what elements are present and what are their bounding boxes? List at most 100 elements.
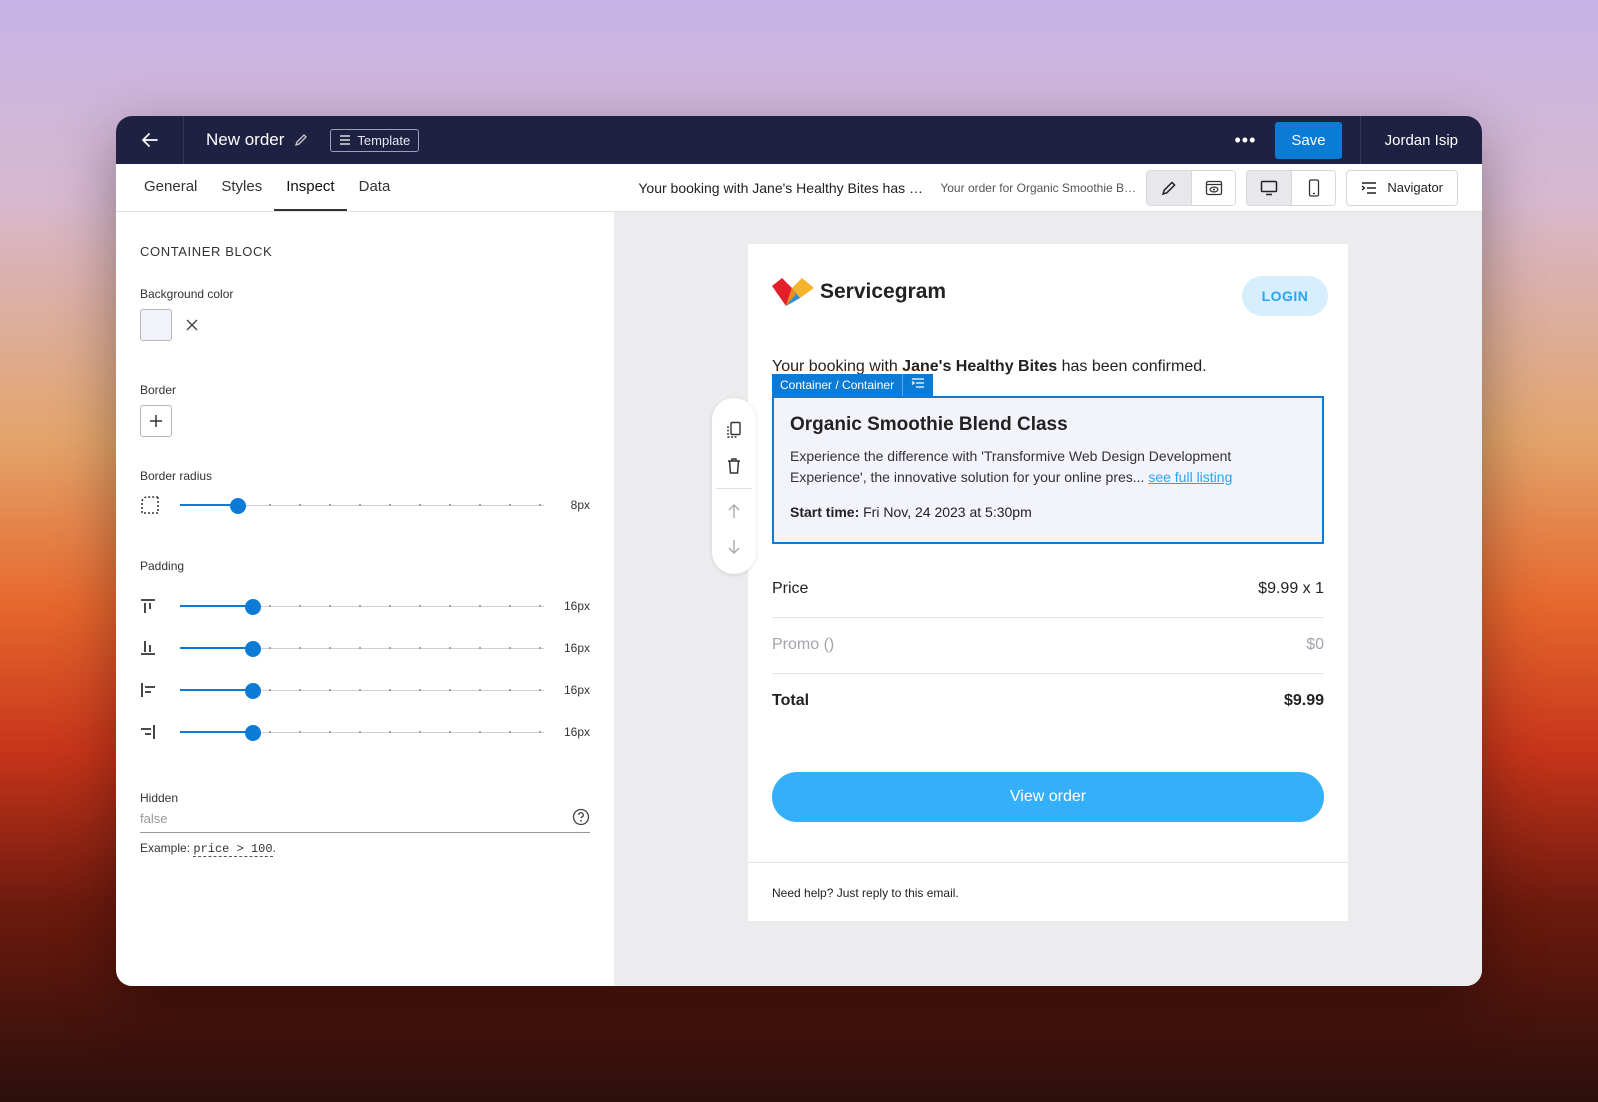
business-name: Jane's Healthy Bites: [902, 358, 1058, 375]
start-time-label: Start time:: [790, 504, 860, 520]
page-title-text: New order: [206, 130, 285, 149]
footer-divider: [748, 862, 1348, 863]
slider-thumb[interactable]: [244, 599, 261, 615]
total-row: Total $9.99: [772, 692, 1324, 710]
login-button[interactable]: LOGIN: [1242, 276, 1328, 316]
plus-icon: [150, 415, 162, 427]
container-block[interactable]: Organic Smoothie Blend Class Experience …: [772, 396, 1324, 544]
promo-row: Promo () $0: [772, 636, 1324, 654]
device-toggle: [1246, 169, 1337, 206]
hidden-example: Example: price > 100.: [140, 841, 590, 857]
padding-bottom-row: 16px: [140, 627, 590, 669]
price-row: Price $9.99 x 1: [772, 580, 1324, 598]
see-full-listing-link[interactable]: see full listing: [1148, 469, 1232, 485]
arrow-left-icon: [141, 133, 158, 147]
page-title: New order: [206, 130, 308, 150]
start-time-value: Fri Nov, 24 2023 at 5:30pm: [863, 504, 1032, 520]
help-text: Need help? Just reply to this email.: [772, 886, 959, 900]
arrow-down-icon: [728, 540, 740, 554]
back-button[interactable]: [116, 116, 184, 164]
selection-navigator-button[interactable]: [902, 374, 934, 396]
email-preview-text[interactable]: Your order for Organic Smoothie Blend Cl…: [940, 181, 1136, 195]
border-radius-label: Border radius: [140, 469, 213, 483]
mobile-icon: [1308, 178, 1320, 197]
template-label: Template: [357, 132, 411, 148]
price-label: Price: [772, 580, 809, 597]
save-button[interactable]: Save: [1275, 121, 1342, 159]
inspector-panel: CONTAINER BLOCK Background color Border …: [116, 212, 614, 986]
template-badge[interactable]: Template: [330, 128, 420, 152]
price-value: $9.99 x 1: [1258, 580, 1324, 597]
hidden-condition-input[interactable]: false: [140, 805, 590, 833]
padding-bottom-icon: [141, 641, 155, 655]
hidden-label: Hidden: [140, 791, 179, 805]
tab-inspect[interactable]: Inspect: [274, 164, 347, 211]
padding-right-row: 16px: [140, 711, 590, 753]
help-icon[interactable]: [572, 808, 590, 829]
email-subject[interactable]: Your booking with Jane's Healthy Bites h…: [638, 180, 930, 196]
selection-label: Container / Container: [772, 374, 934, 396]
add-border-button[interactable]: [140, 405, 172, 437]
tab-data[interactable]: Data: [347, 164, 403, 211]
example-code: price > 100: [193, 842, 273, 857]
divider: [772, 617, 1324, 618]
pencil-icon[interactable]: [294, 133, 308, 147]
slider-thumb[interactable]: [244, 641, 261, 657]
more-options-button[interactable]: •••: [1225, 130, 1265, 151]
move-up-button[interactable]: [712, 493, 756, 529]
confirm-suffix: has been confirmed.: [1057, 358, 1207, 375]
desktop-view-button[interactable]: [1247, 170, 1292, 205]
padding-top-value: 16px: [563, 599, 590, 613]
tab-general[interactable]: General: [132, 164, 209, 211]
brand-logo: Servicegram: [772, 276, 946, 308]
example-prefix: Example:: [140, 841, 194, 855]
block-toolbar: [712, 398, 756, 574]
slider-thumb[interactable]: [244, 725, 261, 741]
padding-bottom-value: 16px: [563, 641, 590, 655]
promo-value: $0: [1306, 636, 1324, 653]
padding-label: Padding: [140, 559, 185, 573]
border-radius-slider[interactable]: [180, 498, 544, 514]
selection-path[interactable]: Container / Container: [772, 374, 903, 396]
list-icon: [340, 135, 351, 145]
top-bar: New order Template ••• Save Jordan Isip: [116, 116, 1482, 164]
example-suffix: .: [272, 841, 276, 855]
padding-bottom-slider[interactable]: [180, 641, 544, 657]
confirm-prefix: Your booking with: [772, 358, 903, 375]
total-value: $9.99: [1283, 692, 1324, 709]
start-time: Start time: Fri Nov, 24 2023 at 5:30pm: [790, 504, 1306, 520]
edit-mode-button[interactable]: [1147, 170, 1192, 205]
delete-button[interactable]: [712, 448, 756, 484]
mobile-view-button[interactable]: [1291, 170, 1336, 205]
navigator-label: Navigator: [1387, 180, 1443, 195]
border-radius-icon: [141, 496, 159, 514]
slider-thumb[interactable]: [230, 498, 247, 514]
trash-icon: [728, 458, 740, 474]
tab-styles[interactable]: Styles: [209, 164, 274, 211]
pencil-icon: [1162, 180, 1177, 195]
toolbar-divider: [716, 488, 752, 489]
padding-right-slider[interactable]: [180, 725, 544, 741]
app-window: New order Template ••• Save Jordan Isip …: [116, 116, 1482, 986]
email-toolbar: Your booking with Jane's Healthy Bites h…: [614, 164, 1482, 211]
preview-mode-button[interactable]: [1191, 170, 1236, 205]
duplicate-button[interactable]: [712, 412, 756, 448]
move-down-button[interactable]: [712, 529, 756, 565]
indent-list-icon: [911, 378, 925, 388]
padding-right-icon: [141, 725, 155, 739]
padding-left-slider[interactable]: [180, 683, 544, 699]
preview-icon: [1205, 180, 1223, 195]
brand-name: Servicegram: [820, 280, 947, 303]
sub-bar: General Styles Inspect Data Your booking…: [116, 164, 1482, 212]
padding-left-value: 16px: [563, 683, 590, 697]
view-order-button[interactable]: View order: [772, 772, 1324, 822]
padding-left-icon: [141, 683, 155, 697]
close-icon[interactable]: [186, 319, 198, 331]
navigator-button[interactable]: Navigator: [1346, 169, 1458, 206]
padding-left-row: 16px: [140, 669, 590, 711]
padding-top-slider[interactable]: [180, 599, 544, 615]
listing-description: Experience the difference with 'Transfor…: [790, 446, 1306, 488]
background-color-swatch[interactable]: [140, 309, 172, 341]
user-menu[interactable]: Jordan Isip: [1359, 116, 1482, 164]
slider-thumb[interactable]: [244, 683, 261, 699]
